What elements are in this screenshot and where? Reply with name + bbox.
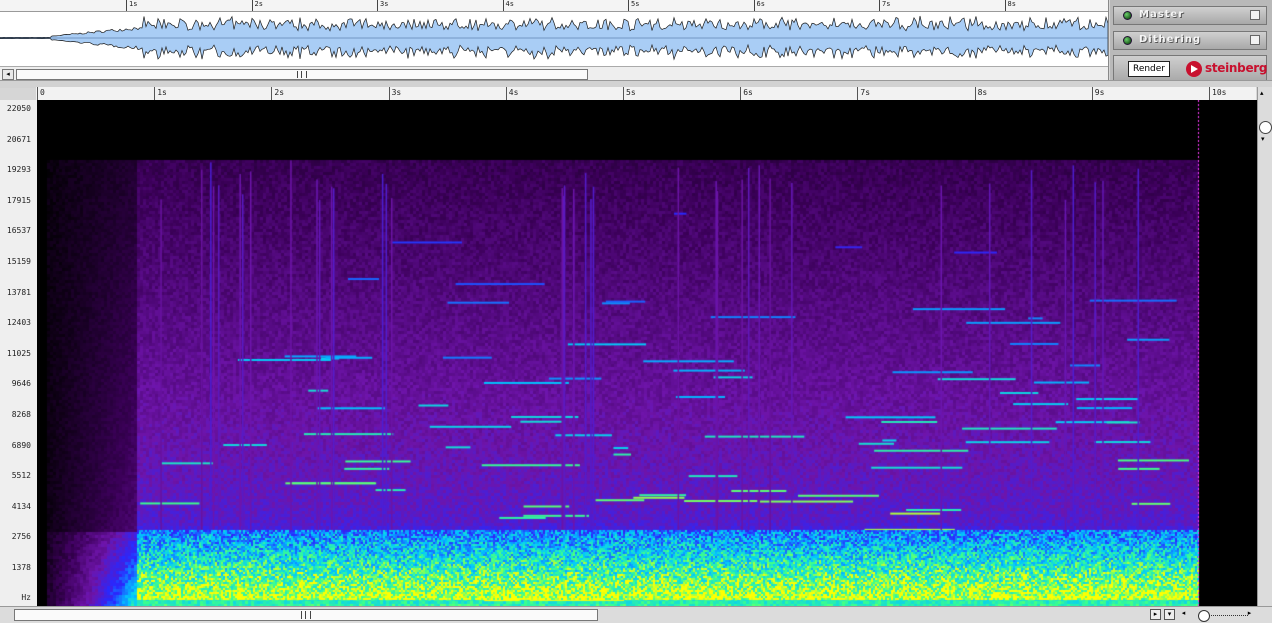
overview-tick: 2s xyxy=(251,0,263,11)
zoom-up-icon[interactable]: ▴ xyxy=(1260,89,1264,97)
overview-tick-label: 7s xyxy=(882,0,891,8)
overview-panel[interactable]: 1s 2s 3s 4s 5s 6s 7s 8s ◂ xyxy=(0,0,1109,80)
time-tick-label: 6s xyxy=(743,88,753,97)
time-tick-label: 2s xyxy=(274,88,285,97)
frequency-label: 16537 xyxy=(6,226,31,236)
render-button[interactable]: Render xyxy=(1128,61,1170,77)
spectrogram[interactable] xyxy=(37,100,1257,606)
overview-tick-label: 5s xyxy=(631,0,640,8)
overview-tick: 3s xyxy=(377,0,388,11)
time-tick: 2s xyxy=(271,87,284,100)
time-tick-label: 9s xyxy=(1094,88,1105,97)
grip-icon xyxy=(297,71,307,78)
time-tick: 3s xyxy=(388,87,401,100)
time-tick: 4s xyxy=(505,87,518,100)
vertical-zoom-control[interactable]: ▴ ▾ xyxy=(1257,87,1272,606)
time-tick-label: 5s xyxy=(626,88,636,97)
time-tick-label: 1s xyxy=(157,88,167,97)
frequency-label: 4134 xyxy=(11,501,31,511)
overview-time-ruler: 1s 2s 3s 4s 5s 6s 7s 8s xyxy=(0,0,1108,12)
overview-scroll-thumb[interactable] xyxy=(16,69,588,80)
time-ruler[interactable]: 0 1s 2s 3s 4s 5s 6s 7s 8s 9s 10s xyxy=(36,87,1256,101)
overview-tick: 5s xyxy=(628,0,639,11)
master-led-icon xyxy=(1123,11,1132,20)
overview-tick: 6s xyxy=(753,0,765,11)
frequency-label: 19293 xyxy=(6,165,31,175)
grip-icon xyxy=(301,611,311,619)
frequency-label: 9646 xyxy=(11,379,31,389)
overview-tick-label: 3s xyxy=(380,0,389,8)
frequency-axis: 22050 20671 19293 17915 16537 15159 13781 12403… xyxy=(0,100,38,606)
zoom-down-icon[interactable]: ▾ xyxy=(1261,135,1265,143)
time-tick: 1s xyxy=(154,87,167,100)
time-tick-label: 0 xyxy=(40,88,45,97)
render-row: Render steinberg xyxy=(1113,55,1268,82)
steinberg-wordmark: steinberg xyxy=(1205,61,1268,75)
control-panel: Master Dithering Render steinberg xyxy=(1110,0,1272,84)
frequency-label: 22050 xyxy=(6,104,31,113)
frequency-label: 15159 xyxy=(6,257,31,266)
time-tick: 9s xyxy=(1091,87,1104,100)
overview-tick: 8s xyxy=(1004,0,1016,11)
time-tick-label: 7s xyxy=(860,88,871,97)
dithering-checkbox[interactable] xyxy=(1250,35,1260,45)
time-tick-label: 8s xyxy=(977,88,988,97)
overview-scrollbar[interactable]: ◂ xyxy=(0,66,1108,80)
frequency-label: Hz xyxy=(21,593,31,602)
frequency-label: 17915 xyxy=(6,195,31,205)
overview-tick-label: 1s xyxy=(129,0,138,8)
time-tick-label: 4s xyxy=(508,88,519,97)
time-tick: 7s xyxy=(857,87,870,100)
master-label: Master xyxy=(1139,9,1185,20)
frequency-label: 5512 xyxy=(11,471,31,481)
overview-tick-label: 6s xyxy=(756,0,765,8)
frequency-label: 13781 xyxy=(6,287,31,297)
frequency-label: 6890 xyxy=(11,440,31,450)
overview-tick: 1s xyxy=(126,0,137,11)
scroll-right-button[interactable]: ▸ xyxy=(1150,609,1161,620)
overview-tick: 4s xyxy=(502,0,514,11)
master-checkbox[interactable] xyxy=(1250,10,1260,20)
zoom-knob[interactable] xyxy=(1198,610,1210,622)
bottom-scrollbar[interactable]: ▸ ▾ ◂ ▸ xyxy=(0,606,1272,623)
frequency-label: 20671 xyxy=(6,134,31,144)
frequency-label: 12403 xyxy=(6,318,31,328)
zoom-in-icon[interactable]: ▸ xyxy=(1244,609,1255,620)
frequency-label: 11025 xyxy=(6,348,31,358)
scroll-end-button[interactable]: ▾ xyxy=(1164,609,1175,620)
dithering-label: Dithering xyxy=(1139,34,1202,45)
overview-tick-label: 8s xyxy=(1007,0,1016,8)
overview-tick-label: 4s xyxy=(505,0,514,8)
time-tick: 8s xyxy=(974,87,987,100)
overview-tick-label: 2s xyxy=(254,0,263,8)
dithering-led-icon xyxy=(1123,36,1132,45)
time-tick: 6s xyxy=(740,87,753,100)
time-tick-label: 10s xyxy=(1212,88,1227,97)
overview-tick: 7s xyxy=(879,0,890,11)
dithering-button[interactable]: Dithering xyxy=(1113,31,1267,50)
overview-waveform[interactable] xyxy=(0,12,1108,64)
time-tick: 10s xyxy=(1209,87,1226,100)
time-tick-label: 3s xyxy=(391,88,402,97)
frequency-label: 8268 xyxy=(11,410,31,419)
frequency-label: 1378 xyxy=(11,563,31,572)
steinberg-logo: steinberg xyxy=(1186,59,1268,79)
master-button[interactable]: Master xyxy=(1113,6,1267,25)
vertical-zoom-knob[interactable] xyxy=(1259,121,1272,134)
horizontal-scroll-thumb[interactable] xyxy=(14,609,598,621)
zoom-out-icon[interactable]: ◂ xyxy=(1178,609,1189,620)
time-tick: 5s xyxy=(623,87,636,100)
steinberg-play-icon xyxy=(1186,61,1202,77)
frequency-label: 2756 xyxy=(11,532,31,542)
time-tick: 0 xyxy=(37,87,45,100)
overview-scroll-left-button[interactable]: ◂ xyxy=(2,69,14,80)
